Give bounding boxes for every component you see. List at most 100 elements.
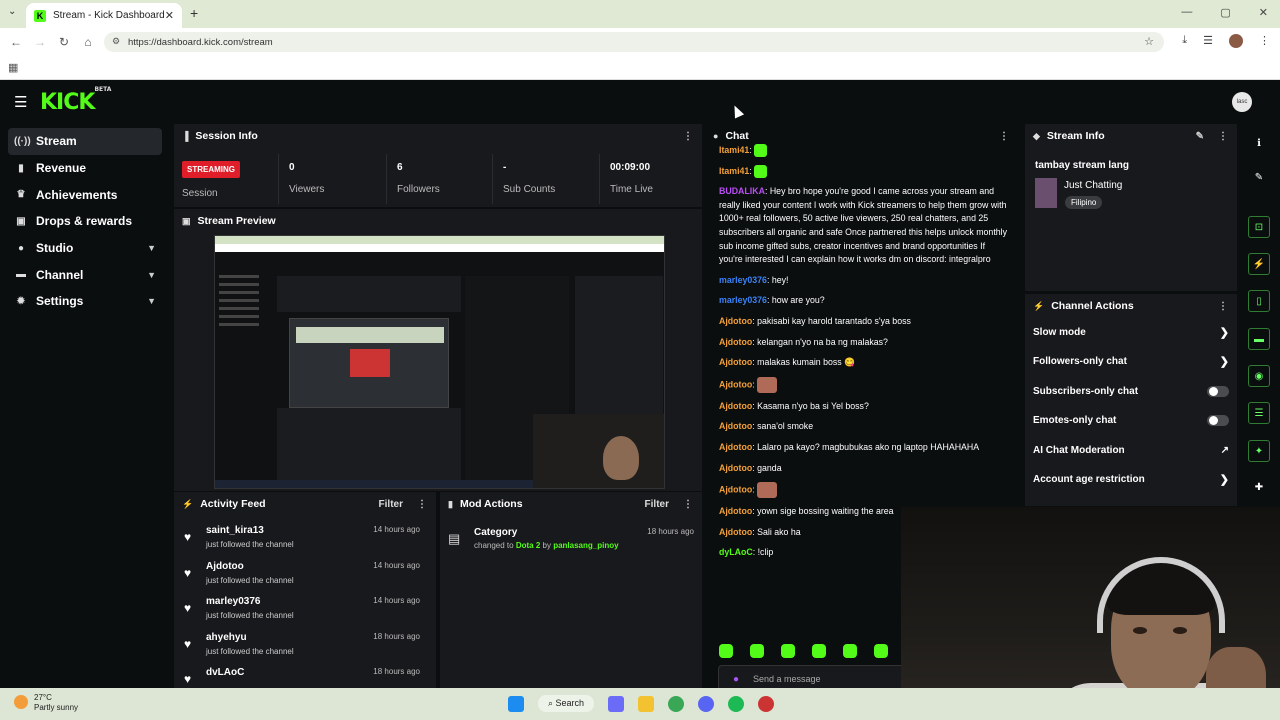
more-options-icon[interactable]: ⋮: [683, 131, 693, 142]
windows-start-icon[interactable]: [508, 695, 524, 712]
chat-username[interactable]: Itami41: [719, 166, 749, 176]
chat-username[interactable]: marley0376: [719, 275, 767, 285]
pencil-icon[interactable]: ✎: [1248, 166, 1270, 188]
app-icon[interactable]: [758, 695, 775, 712]
info-icon[interactable]: ℹ: [1248, 132, 1270, 154]
chat-username[interactable]: Ajdotoo: [719, 379, 752, 389]
filter-button[interactable]: Filter: [379, 499, 403, 510]
discord-icon[interactable]: [698, 695, 715, 712]
sidebar-item-settings[interactable]: ✹ Settings ▼: [8, 288, 162, 315]
file-explorer-icon[interactable]: [638, 695, 655, 712]
follower-name[interactable]: saint_kira13: [206, 525, 264, 536]
chat-username[interactable]: Itami41: [719, 145, 749, 155]
chat-username[interactable]: Ajdotoo: [719, 442, 752, 452]
list-item[interactable]: ♥ dvLAoC 18 hours ago: [174, 664, 430, 688]
channel-action-subscribers-only-chat[interactable]: Subscribers-only chat: [1033, 377, 1229, 406]
chat-username[interactable]: marley0376: [719, 295, 767, 305]
chat-username[interactable]: BUDALIKA: [719, 186, 765, 196]
chevron-right-icon[interactable]: ❯: [1220, 355, 1229, 368]
sidebar-item-revenue[interactable]: ▮ Revenue: [8, 155, 162, 182]
user-avatar[interactable]: lasc: [1232, 92, 1252, 112]
microphone-icon[interactable]: ●: [733, 674, 739, 685]
address-bar[interactable]: ⚙ https://dashboard.kick.com/stream ☆: [104, 32, 1164, 52]
channel-action-account-age-restriction[interactable]: Account age restriction ❯: [1033, 465, 1229, 494]
chat-username[interactable]: Ajdotoo: [719, 401, 752, 411]
layout-icon[interactable]: ⊡: [1248, 216, 1270, 238]
reading-list-icon[interactable]: ☰: [1203, 34, 1213, 48]
emote-icon[interactable]: [812, 644, 826, 658]
emote-icon[interactable]: [719, 644, 733, 658]
spotify-icon[interactable]: [728, 695, 745, 712]
channel-action-followers-only-chat[interactable]: Followers-only chat ❯: [1033, 347, 1229, 376]
apps-grid-icon[interactable]: ▦: [8, 61, 18, 74]
browser-tab[interactable]: K Stream - Kick Dashboard ✕: [26, 3, 182, 28]
profile-avatar[interactable]: [1229, 34, 1243, 48]
chat-username[interactable]: Ajdotoo: [719, 463, 752, 473]
follower-name[interactable]: dvLAoC: [206, 667, 244, 678]
channel-action-slow-mode[interactable]: Slow mode ❯: [1033, 318, 1229, 347]
chat-username[interactable]: Ajdotoo: [719, 484, 752, 494]
more-options-icon[interactable]: ⋮: [683, 499, 693, 510]
chrome-icon[interactable]: [668, 695, 685, 712]
chat-username[interactable]: dyLAoC: [719, 547, 753, 557]
chevron-down-icon[interactable]: ▼: [147, 270, 156, 280]
edit-icon[interactable]: ✎: [1196, 131, 1204, 142]
kick-logo[interactable]: KICKBETA: [40, 86, 111, 115]
emote-icon[interactable]: [843, 644, 857, 658]
copilot-icon[interactable]: [608, 695, 625, 712]
emote-icon[interactable]: [750, 644, 764, 658]
stream-preview-video[interactable]: [214, 235, 665, 489]
chevron-right-icon[interactable]: ❯: [1220, 326, 1229, 339]
filter-button[interactable]: Filter: [645, 499, 669, 510]
list-item[interactable]: ♥ ahyehyu just followed the channel 18 hour…: [174, 629, 430, 663]
game-link[interactable]: Dota 2: [516, 541, 540, 550]
puzzle-icon[interactable]: ✚: [1248, 476, 1270, 498]
follower-name[interactable]: marley0376: [206, 596, 261, 607]
more-options-icon[interactable]: ⋮: [417, 499, 427, 510]
list-item[interactable]: ♥ saint_kira13 just followed the channel 14…: [174, 522, 430, 556]
maximize-icon[interactable]: ▢: [1220, 6, 1230, 19]
hamburger-menu-icon[interactable]: ☰: [14, 93, 27, 111]
minimize-icon[interactable]: —: [1181, 6, 1192, 19]
chat-username[interactable]: Ajdotoo: [719, 316, 752, 326]
reload-icon[interactable]: ↻: [52, 35, 76, 49]
close-window-icon[interactable]: ✕: [1259, 6, 1268, 19]
sidebar-item-drops-rewards[interactable]: ▣ Drops & rewards: [8, 208, 162, 235]
chat-username[interactable]: Ajdotoo: [719, 527, 752, 537]
more-options-icon[interactable]: ⋮: [1218, 301, 1228, 312]
broadcast-icon[interactable]: ◉: [1248, 365, 1270, 387]
close-tab-icon[interactable]: ✕: [165, 9, 174, 22]
tools-icon[interactable]: ✦: [1248, 440, 1270, 462]
forward-icon[interactable]: →: [28, 35, 52, 49]
home-icon[interactable]: ⌂: [76, 35, 100, 49]
bookmark-star-icon[interactable]: ☆: [1144, 35, 1154, 48]
more-options-icon[interactable]: ⋮: [1218, 131, 1228, 142]
user-link[interactable]: panlasang_pinoy: [553, 541, 618, 550]
bolt-icon[interactable]: ⚡: [1248, 253, 1270, 275]
emote-icon[interactable]: [781, 644, 795, 658]
chat-username[interactable]: Ajdotoo: [719, 337, 752, 347]
sidebar-item-studio[interactable]: ● Studio ▼: [8, 235, 162, 262]
chat-username[interactable]: Ajdotoo: [719, 357, 752, 367]
chat-username[interactable]: Ajdotoo: [719, 421, 752, 431]
channel-action-ai-chat-moderation[interactable]: AI Chat Moderation ↗: [1033, 436, 1229, 465]
tab-list-icon[interactable]: ⌄: [8, 6, 16, 17]
taskbar-search[interactable]: ⌕ Search: [538, 695, 595, 712]
channel-action-emotes-only-chat[interactable]: Emotes-only chat: [1033, 406, 1229, 435]
chevron-right-icon[interactable]: ❯: [1220, 473, 1229, 486]
toggle-switch[interactable]: [1207, 415, 1229, 427]
chevron-down-icon[interactable]: ▼: [147, 243, 156, 253]
sidebar-item-channel[interactable]: ▬ Channel ▼: [8, 261, 162, 288]
server-icon[interactable]: ☰: [1248, 402, 1270, 424]
toggle-switch[interactable]: [1207, 385, 1229, 397]
chat-icon[interactable]: ▬: [1248, 328, 1270, 350]
document-icon[interactable]: ▯: [1248, 290, 1270, 312]
weather-widget[interactable]: 27°C Partly sunny: [14, 693, 78, 713]
menu-icon[interactable]: ⋮: [1259, 34, 1270, 48]
sidebar-item-achievements[interactable]: ♛ Achievements: [8, 181, 162, 208]
site-info-icon[interactable]: ⚙: [112, 36, 120, 47]
back-icon[interactable]: ←: [4, 35, 28, 49]
external-link-icon[interactable]: ↗: [1221, 445, 1229, 456]
new-tab-icon[interactable]: +: [190, 5, 198, 21]
list-item[interactable]: ♥ marley0376 just followed the channel 14 h…: [174, 593, 430, 627]
